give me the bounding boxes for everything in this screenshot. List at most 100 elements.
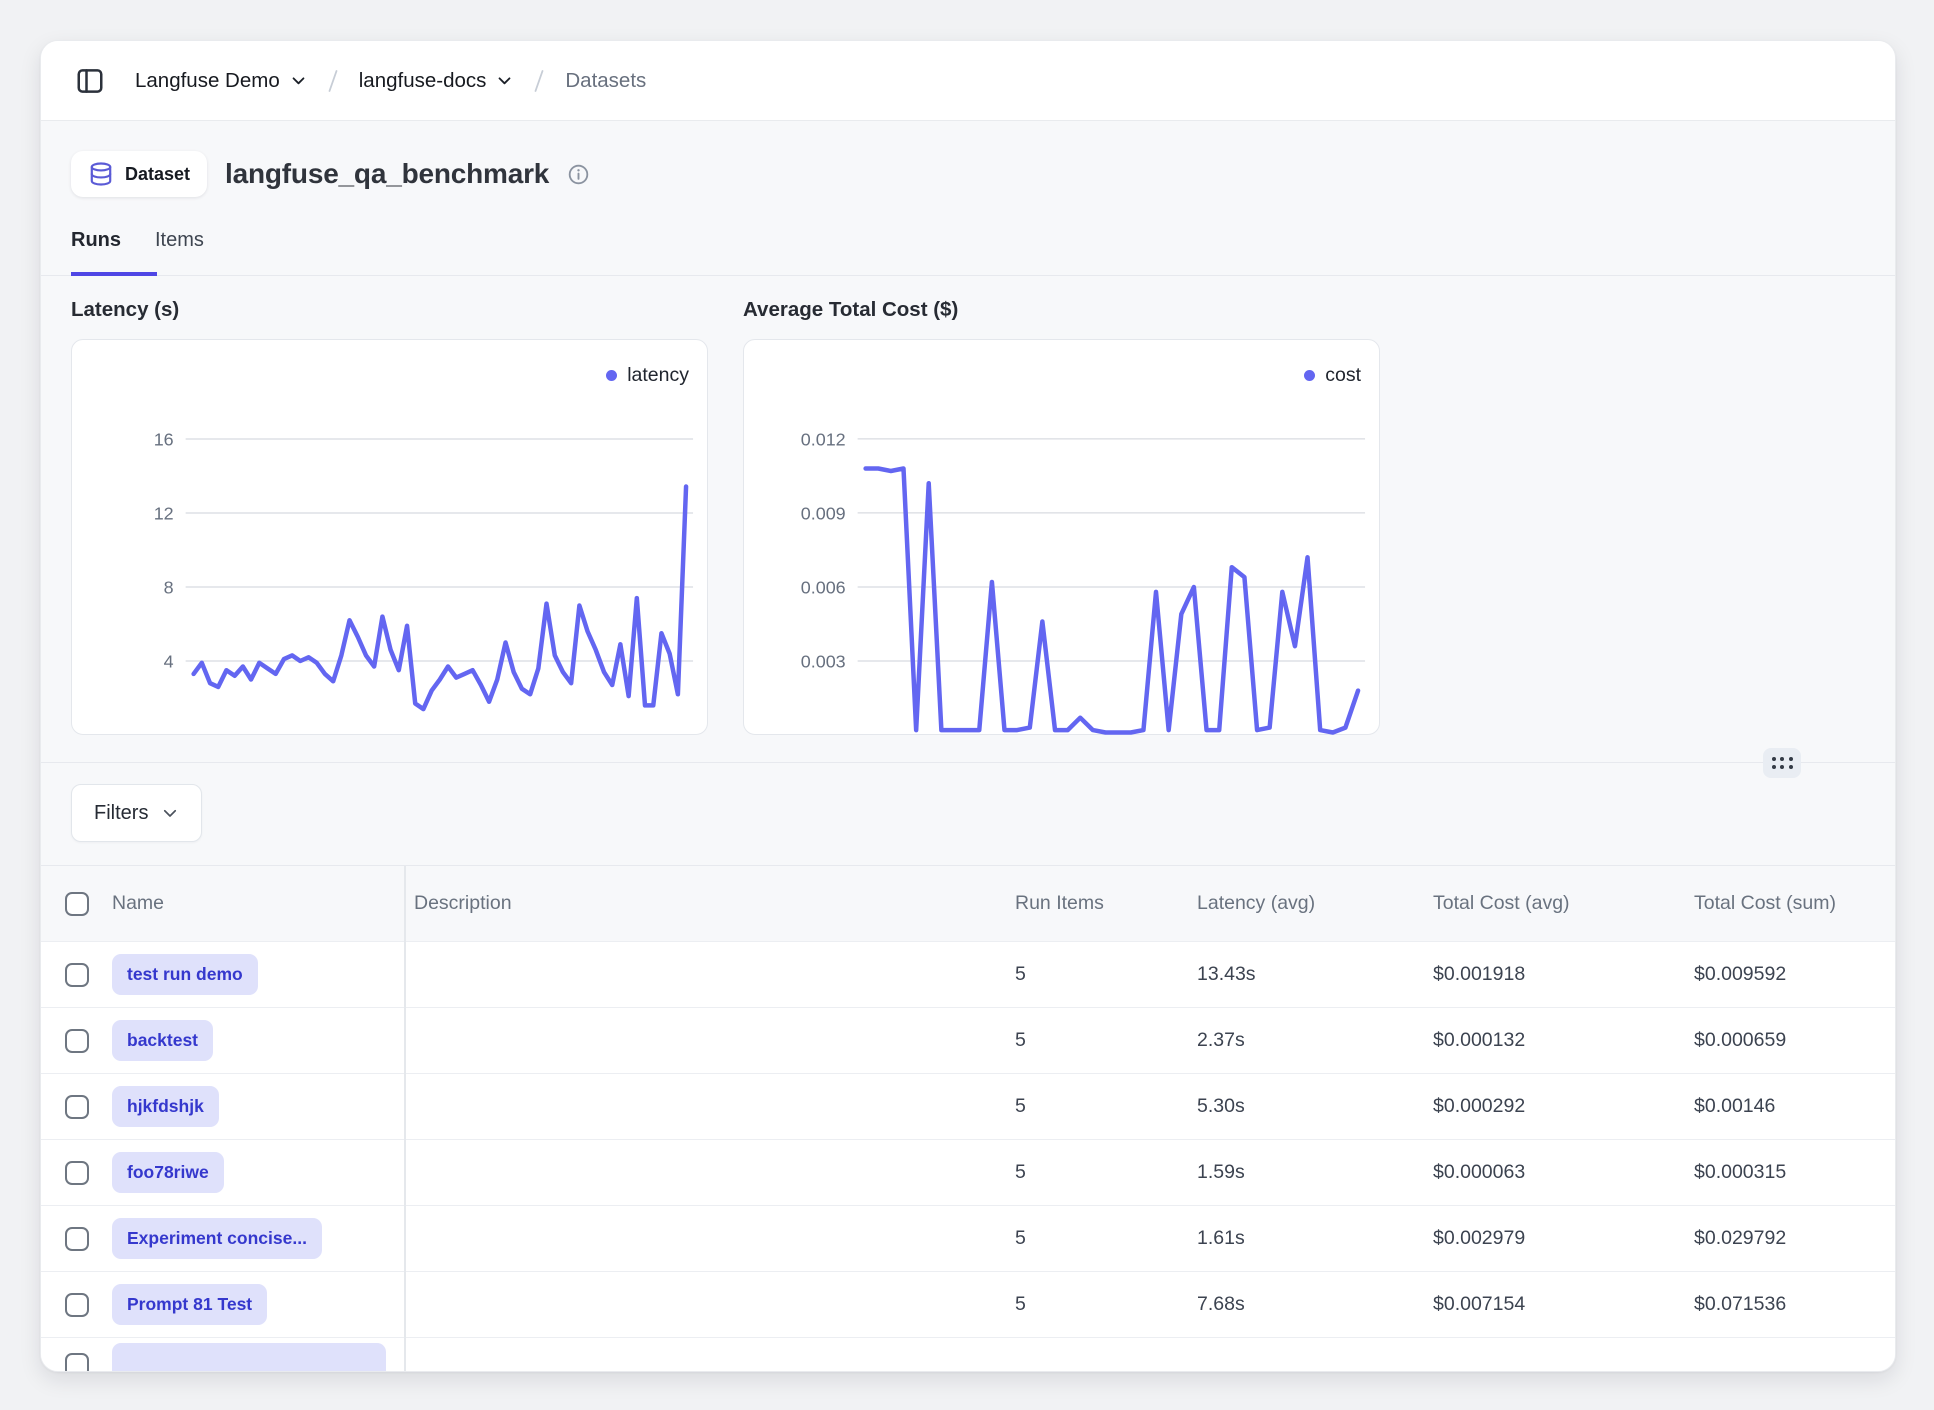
column-header-run-items: Run Items [1015, 892, 1197, 915]
chevron-down-icon [161, 804, 179, 822]
cell-latency-avg: 2.37s [1197, 1029, 1433, 1052]
svg-text:8: 8 [164, 577, 174, 597]
column-header-name: Name [41, 892, 404, 916]
run-name-badge[interactable] [112, 1343, 386, 1372]
legend-label: cost [1325, 364, 1361, 387]
cell-total-cost-avg: $0.000063 [1433, 1161, 1694, 1184]
table-row[interactable]: hjkfdshjk 5 5.30s $0.000292 $0.00146 [41, 1073, 1895, 1139]
select-all-checkbox[interactable] [65, 892, 89, 916]
svg-text:16: 16 [154, 429, 174, 449]
legend-dot-icon [606, 370, 617, 381]
cell-latency-avg: 1.61s [1197, 1227, 1433, 1250]
cost-chart-legend: cost [744, 340, 1379, 394]
breadcrumb-org-button[interactable]: Langfuse Demo [135, 69, 307, 93]
breadcrumb-page-label[interactable]: Datasets [565, 69, 646, 93]
filters-button[interactable]: Filters [71, 784, 202, 842]
drag-handle-button[interactable] [1763, 748, 1801, 778]
run-name-badge[interactable]: test run demo [112, 954, 258, 995]
dataset-type-badge: Dataset [71, 151, 207, 197]
legend-dot-icon [1304, 370, 1315, 381]
svg-text:0.006: 0.006 [801, 577, 846, 597]
cell-total-cost-avg: $0.000132 [1433, 1029, 1694, 1052]
cost-chart-section: Average Total Cost ($) cost 0.0120.0090.… [743, 298, 1380, 735]
table-header-row: Name Description Run Items Latency (avg)… [41, 866, 1895, 941]
svg-text:0.009: 0.009 [801, 503, 846, 523]
cost-line-chart: 0.012 0.009 0.006 0.003 [744, 394, 1379, 736]
column-header-label: Name [112, 892, 164, 915]
tab-runs[interactable]: Runs [71, 229, 121, 275]
database-icon [88, 161, 114, 187]
row-checkbox[interactable] [65, 1029, 89, 1053]
run-name-badge[interactable]: Experiment concise... [112, 1218, 322, 1259]
cell-latency-avg: 5.30s [1197, 1095, 1433, 1118]
svg-text:4: 4 [164, 651, 174, 671]
chevron-down-icon [496, 72, 513, 89]
column-header-description: Description [404, 892, 1015, 915]
row-checkbox[interactable] [65, 1353, 89, 1372]
page-title: langfuse_qa_benchmark [225, 158, 549, 190]
cell-run-items: 5 [1015, 963, 1197, 986]
cell-latency-avg: 7.68s [1197, 1293, 1433, 1316]
row-checkbox[interactable] [65, 1161, 89, 1185]
cell-total-cost-avg: $0.007154 [1433, 1293, 1694, 1316]
cell-total-cost-avg: $0.002979 [1433, 1227, 1694, 1250]
cell-latency-avg: 1.59s [1197, 1161, 1433, 1184]
cell-total-cost-avg: $0.001918 [1433, 963, 1694, 986]
cost-chart-title: Average Total Cost ($) [743, 298, 1380, 322]
latency-chart-section: Latency (s) latency 161284 [71, 298, 708, 735]
cell-total-cost-sum: $0.000315 [1694, 1161, 1895, 1184]
svg-text:0.012: 0.012 [801, 429, 846, 449]
row-checkbox[interactable] [65, 1227, 89, 1251]
runs-table: Name Description Run Items Latency (avg)… [41, 865, 1895, 1372]
row-checkbox[interactable] [65, 1293, 89, 1317]
cell-total-cost-sum: $0.009592 [1694, 963, 1895, 986]
table-section: Filters Name Description Run Items Laten… [41, 762, 1895, 1372]
table-row[interactable]: Experiment concise... 5 1.61s $0.002979 … [41, 1205, 1895, 1271]
breadcrumb-slash-icon [528, 68, 550, 94]
breadcrumb: Langfuse Demo langfuse-docs Datasets [135, 68, 646, 94]
table-row-partial[interactable] [41, 1337, 1895, 1372]
table-row[interactable]: test run demo 5 13.43s $0.001918 $0.0095… [41, 941, 1895, 1007]
topbar: Langfuse Demo langfuse-docs Datasets [41, 41, 1895, 121]
legend-label: latency [627, 364, 689, 387]
cell-latency-avg: 13.43s [1197, 963, 1433, 986]
filters-button-label: Filters [94, 802, 148, 825]
cell-run-items: 5 [1015, 1293, 1197, 1316]
column-header-total-cost-sum: Total Cost (sum) [1694, 892, 1895, 915]
sidebar-toggle-button[interactable] [75, 66, 105, 96]
charts-row: Latency (s) latency 161284 Average Total… [41, 276, 1895, 735]
run-name-badge[interactable]: foo78riwe [112, 1152, 224, 1193]
run-name-badge[interactable]: hjkfdshjk [112, 1086, 219, 1127]
sidebar-panel-icon [75, 66, 105, 96]
table-row[interactable]: backtest 5 2.37s $0.000132 $0.000659 [41, 1007, 1895, 1073]
run-name-badge[interactable]: backtest [112, 1020, 213, 1061]
cell-run-items: 5 [1015, 1227, 1197, 1250]
row-checkbox[interactable] [65, 1095, 89, 1119]
breadcrumb-project-button[interactable]: langfuse-docs [359, 69, 514, 93]
row-checkbox[interactable] [65, 963, 89, 987]
run-name-badge[interactable]: Prompt 81 Test [112, 1284, 267, 1325]
cell-total-cost-avg: $0.000292 [1433, 1095, 1694, 1118]
cell-total-cost-sum: $0.071536 [1694, 1293, 1895, 1316]
column-header-total-cost-avg: Total Cost (avg) [1433, 892, 1694, 915]
cell-run-items: 5 [1015, 1029, 1197, 1052]
cell-total-cost-sum: $0.000659 [1694, 1029, 1895, 1052]
svg-text:0.003: 0.003 [801, 651, 846, 671]
cell-total-cost-sum: $0.029792 [1694, 1227, 1895, 1250]
title-row: Dataset langfuse_qa_benchmark [41, 121, 1895, 197]
cell-run-items: 5 [1015, 1161, 1197, 1184]
table-row[interactable]: Prompt 81 Test 5 7.68s $0.007154 $0.0715… [41, 1271, 1895, 1337]
info-icon[interactable] [567, 163, 590, 186]
tabs: Runs Items [41, 201, 1895, 276]
latency-chart-legend: latency [72, 340, 707, 394]
column-header-latency-avg: Latency (avg) [1197, 892, 1433, 915]
breadcrumb-project-label: langfuse-docs [359, 69, 487, 93]
column-divider [404, 866, 406, 1372]
table-row[interactable]: foo78riwe 5 1.59s $0.000063 $0.000315 [41, 1139, 1895, 1205]
cost-chart-card: cost 0.012 0.009 0.006 0.003 [743, 339, 1380, 735]
filters-row: Filters [41, 763, 1895, 842]
cell-total-cost-sum: $0.00146 [1694, 1095, 1895, 1118]
chevron-down-icon [290, 72, 307, 89]
app-window: Langfuse Demo langfuse-docs Datasets Dat… [40, 40, 1896, 1372]
tab-items[interactable]: Items [155, 229, 204, 275]
